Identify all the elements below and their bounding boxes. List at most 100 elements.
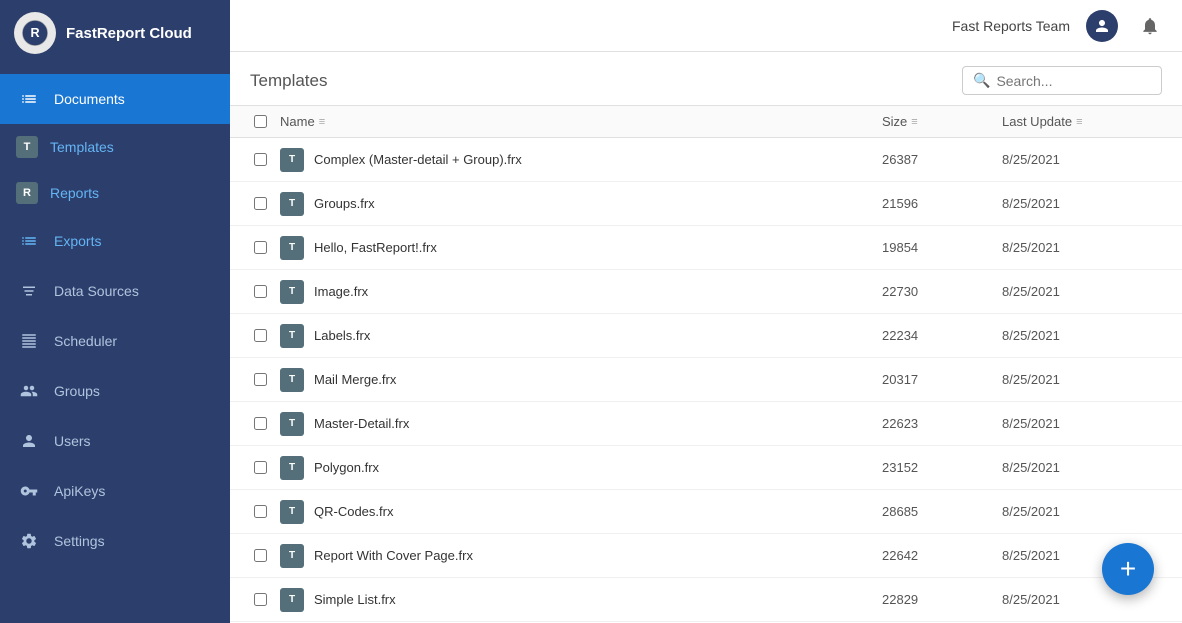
row-checkbox-9[interactable] — [254, 549, 267, 562]
sidebar-item-users[interactable]: Users — [0, 416, 230, 466]
col-name-sort-icon[interactable]: ≡ — [319, 116, 325, 128]
sidebar-item-exports[interactable]: Exports — [0, 216, 230, 266]
add-icon: + — [1120, 553, 1136, 585]
sidebar-item-documents[interactable]: Documents — [0, 74, 230, 124]
user-avatar[interactable] — [1086, 10, 1118, 42]
row-checkbox-2[interactable] — [254, 241, 267, 254]
sidebar-item-templates[interactable]: T Templates — [0, 124, 230, 170]
row-checkbox-8[interactable] — [254, 505, 267, 518]
table-row[interactable]: T Image.frx 22730 8/25/2021 — [230, 270, 1182, 314]
file-size-8: 28685 — [882, 504, 1002, 519]
svg-text:R: R — [30, 26, 39, 40]
row-checkbox-cell — [240, 593, 280, 606]
file-date-8: 8/25/2021 — [1002, 504, 1162, 519]
row-checkbox-6[interactable] — [254, 417, 267, 430]
file-name-4: Labels.frx — [314, 328, 370, 343]
notifications-bell[interactable] — [1134, 10, 1166, 42]
file-size-9: 22642 — [882, 548, 1002, 563]
row-checkbox-cell — [240, 505, 280, 518]
reports-label: Reports — [50, 185, 99, 201]
col-date-sort-icon[interactable]: ≡ — [1076, 116, 1082, 128]
file-size-5: 20317 — [882, 372, 1002, 387]
groups-label: Groups — [54, 383, 100, 399]
settings-icon — [16, 528, 42, 554]
file-date-5: 8/25/2021 — [1002, 372, 1162, 387]
row-checkbox-4[interactable] — [254, 329, 267, 342]
table-row[interactable]: T Labels.frx 22234 8/25/2021 — [230, 314, 1182, 358]
table-row[interactable]: T Complex (Master-detail + Group).frx 26… — [230, 138, 1182, 182]
table-row[interactable]: T Master-Detail.frx 22623 8/25/2021 — [230, 402, 1182, 446]
content-area: Templates 🔍 Name ≡ Size ≡ — [230, 52, 1182, 623]
table-row[interactable]: T Hello, FastReport!.frx 19854 8/25/2021 — [230, 226, 1182, 270]
table-row[interactable]: T Report With Cover Page.frx 22642 8/25/… — [230, 534, 1182, 578]
users-icon — [16, 428, 42, 454]
row-checkbox-3[interactable] — [254, 285, 267, 298]
row-checkbox-cell — [240, 285, 280, 298]
file-date-4: 8/25/2021 — [1002, 328, 1162, 343]
settings-label: Settings — [54, 533, 105, 549]
file-size-7: 23152 — [882, 460, 1002, 475]
file-size-2: 19854 — [882, 240, 1002, 255]
table-row[interactable]: T Polygon.frx 23152 8/25/2021 — [230, 446, 1182, 490]
users-label: Users — [54, 433, 91, 449]
sidebar-item-settings[interactable]: Settings — [0, 516, 230, 566]
file-size-0: 26387 — [882, 152, 1002, 167]
add-button[interactable]: + — [1102, 543, 1154, 595]
table-row[interactable]: T Mail Merge.frx 20317 8/25/2021 — [230, 358, 1182, 402]
sidebar-header: R FastReport Cloud — [0, 0, 230, 66]
sidebar: R FastReport Cloud Documents T Templates… — [0, 0, 230, 623]
file-name-8: QR-Codes.frx — [314, 504, 393, 519]
file-info-9: T Report With Cover Page.frx — [280, 544, 882, 568]
exports-icon — [16, 228, 42, 254]
sidebar-nav: Documents T Templates R Reports Exports … — [0, 66, 230, 623]
documents-label: Documents — [54, 91, 125, 107]
file-info-2: T Hello, FastReport!.frx — [280, 236, 882, 260]
row-checkbox-cell — [240, 197, 280, 210]
file-info-0: T Complex (Master-detail + Group).frx — [280, 148, 882, 172]
data-sources-label: Data Sources — [54, 283, 139, 299]
table-row[interactable]: T QR-Codes.frx 28685 8/25/2021 — [230, 490, 1182, 534]
sidebar-item-apikeys[interactable]: ApiKeys — [0, 466, 230, 516]
apikeys-icon — [16, 478, 42, 504]
reports-icon: R — [16, 182, 38, 204]
exports-label: Exports — [54, 233, 101, 249]
file-name-6: Master-Detail.frx — [314, 416, 409, 431]
sidebar-item-scheduler[interactable]: Scheduler — [0, 316, 230, 366]
groups-icon — [16, 378, 42, 404]
file-badge-1: T — [280, 192, 304, 216]
sidebar-item-groups[interactable]: Groups — [0, 366, 230, 416]
file-name-7: Polygon.frx — [314, 460, 379, 475]
col-name-label: Name — [280, 114, 315, 129]
table-header: Name ≡ Size ≡ Last Update ≡ — [230, 106, 1182, 138]
file-table: Name ≡ Size ≡ Last Update ≡ T Complex — [230, 106, 1182, 623]
table-row[interactable]: T Simple List.frx 22829 8/25/2021 — [230, 578, 1182, 622]
main-content: Fast Reports Team Templates 🔍 — [230, 0, 1182, 623]
row-checkbox-7[interactable] — [254, 461, 267, 474]
search-input[interactable] — [996, 73, 1151, 89]
row-checkbox-5[interactable] — [254, 373, 267, 386]
file-info-3: T Image.frx — [280, 280, 882, 304]
search-box[interactable]: 🔍 — [962, 66, 1162, 95]
scheduler-label: Scheduler — [54, 333, 117, 349]
file-badge-2: T — [280, 236, 304, 260]
file-name-5: Mail Merge.frx — [314, 372, 396, 387]
file-name-1: Groups.frx — [314, 196, 375, 211]
file-name-0: Complex (Master-detail + Group).frx — [314, 152, 522, 167]
row-checkbox-0[interactable] — [254, 153, 267, 166]
col-size-sort-icon[interactable]: ≡ — [911, 116, 917, 128]
row-checkbox-1[interactable] — [254, 197, 267, 210]
file-date-3: 8/25/2021 — [1002, 284, 1162, 299]
file-size-6: 22623 — [882, 416, 1002, 431]
row-checkbox-10[interactable] — [254, 593, 267, 606]
row-checkbox-cell — [240, 373, 280, 386]
table-row[interactable]: T Groups.frx 21596 8/25/2021 — [230, 182, 1182, 226]
sidebar-item-reports[interactable]: R Reports — [0, 170, 230, 216]
col-name-header: Name ≡ — [280, 114, 882, 129]
file-rows: T Complex (Master-detail + Group).frx 26… — [230, 138, 1182, 623]
col-size-label: Size — [882, 114, 907, 129]
file-badge-0: T — [280, 148, 304, 172]
select-all-checkbox[interactable] — [254, 115, 267, 128]
sidebar-item-data-sources[interactable]: Data Sources — [0, 266, 230, 316]
file-name-3: Image.frx — [314, 284, 368, 299]
file-badge-4: T — [280, 324, 304, 348]
